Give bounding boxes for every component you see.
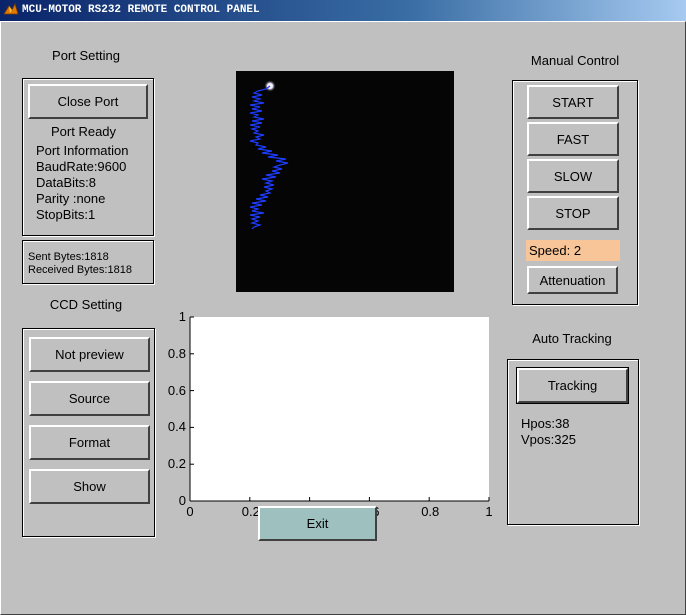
slow-button[interactable]: SLOW [527,159,619,193]
y-tick-label: 1 [178,309,186,324]
y-tick-label: 0.4 [167,419,186,435]
x-tick-label: 0.8 [421,504,440,519]
x-tick-label: 0 [186,504,194,519]
x-tick-label: 0.2 [241,504,260,519]
vpos-value: Vpos:325 [521,432,576,447]
y-tick-label: 0.8 [167,345,186,361]
y-tick-label: 0.2 [167,456,186,472]
y-tick-label: 0.6 [167,382,186,398]
stop-button[interactable]: STOP [527,196,619,230]
speed-display: Speed: 2 [526,240,620,261]
tracking-button[interactable]: Tracking [516,367,629,404]
x-tick-label: 1 [485,504,493,519]
hpos-value: Hpos:38 [521,416,570,431]
attenuation-button[interactable]: Attenuation [527,266,618,294]
fast-button[interactable]: FAST [527,122,619,156]
manual-control-heading: Manual Control [530,53,620,68]
auto-tracking-heading: Auto Tracking [532,331,612,346]
start-button[interactable]: START [527,85,619,119]
exit-button[interactable]: Exit [258,506,377,541]
